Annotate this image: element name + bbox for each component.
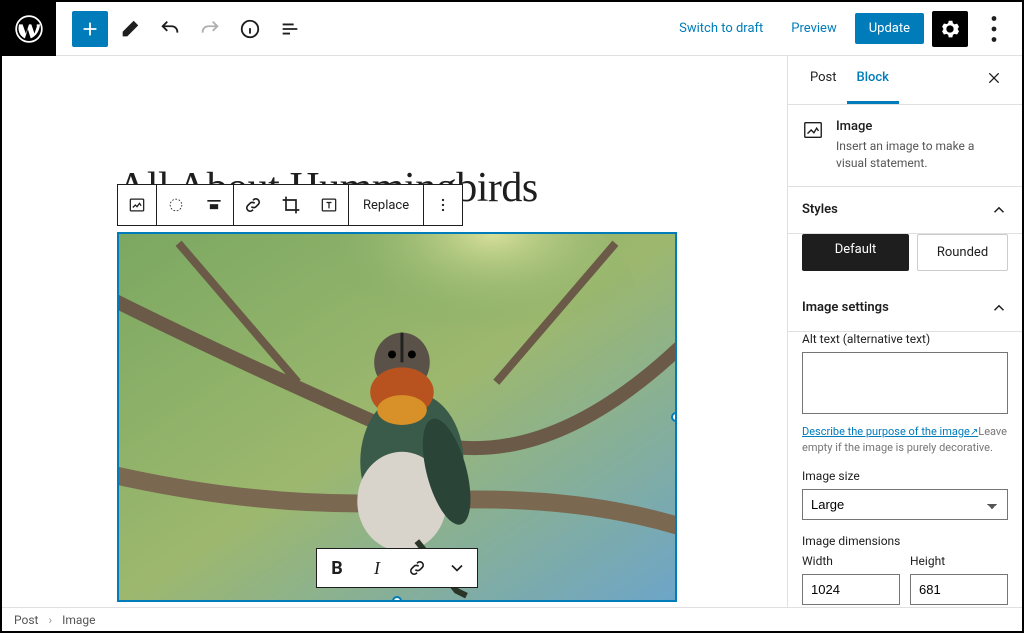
resize-handle-right[interactable] <box>671 412 677 422</box>
crop-button[interactable] <box>272 185 310 225</box>
height-label: Height <box>910 554 1008 568</box>
alt-text-input[interactable] <box>802 352 1008 414</box>
image-settings-accordion[interactable]: Image settings <box>788 285 1022 332</box>
format-more-button[interactable] <box>437 549 477 587</box>
edit-mode-button[interactable] <box>112 11 148 47</box>
height-input[interactable] <box>910 574 1008 605</box>
align-button[interactable] <box>195 185 233 225</box>
settings-sidebar: Post Block Image Insert an image to make… <box>787 56 1022 607</box>
annotation-arrow <box>17 606 107 607</box>
replace-button[interactable]: Replace <box>349 185 423 225</box>
italic-button[interactable]: I <box>357 549 397 587</box>
drag-handle-button[interactable] <box>157 185 195 225</box>
chevron-up-icon <box>990 201 1008 219</box>
block-name: Image <box>836 119 1008 134</box>
update-button[interactable]: Update <box>855 13 924 44</box>
preview-button[interactable]: Preview <box>781 15 846 42</box>
tab-post[interactable]: Post <box>800 56 847 104</box>
width-label: Width <box>802 554 900 568</box>
settings-button[interactable] <box>932 11 968 47</box>
image-icon <box>802 119 824 141</box>
editor-top-toolbar: Switch to draft Preview Update <box>2 2 1022 56</box>
style-rounded-button[interactable]: Rounded <box>917 234 1008 271</box>
wordpress-logo[interactable] <box>2 2 56 56</box>
redo-button[interactable] <box>192 11 228 47</box>
image-size-select[interactable]: Large <box>802 489 1008 520</box>
editor-canvas: All About Hummingbirds Replace <box>2 56 787 607</box>
breadcrumb-root[interactable]: Post <box>14 613 38 627</box>
alt-text-label: Alt text (alternative text) <box>802 332 1008 346</box>
format-toolbar: B I <box>316 548 478 588</box>
image-size-label: Image size <box>802 469 1008 483</box>
bold-button[interactable]: B <box>317 549 357 587</box>
width-input[interactable] <box>802 574 900 605</box>
breadcrumb-current[interactable]: Image <box>62 613 95 627</box>
describe-image-link[interactable]: Describe the purpose of the image↗ <box>802 425 978 438</box>
selected-image[interactable]: B I <box>117 232 677 602</box>
image-dimensions-label: Image dimensions <box>802 534 1008 548</box>
block-description: Insert an image to make a visual stateme… <box>836 138 1008 172</box>
undo-button[interactable] <box>152 11 188 47</box>
style-default-button[interactable]: Default <box>802 234 909 271</box>
block-toolbar: Replace <box>117 184 463 226</box>
breadcrumb: Post › Image <box>2 607 1022 631</box>
text-overlay-button[interactable] <box>310 185 348 225</box>
link-button[interactable] <box>234 185 272 225</box>
tab-block[interactable]: Block <box>847 56 899 104</box>
switch-to-draft-button[interactable]: Switch to draft <box>669 15 773 42</box>
image-block: B I Add caption <box>117 232 677 607</box>
external-link-icon: ↗ <box>970 427 978 438</box>
block-more-button[interactable] <box>424 185 462 225</box>
close-sidebar-button[interactable] <box>978 56 1010 104</box>
more-options-button[interactable] <box>976 11 1012 47</box>
block-type-button[interactable] <box>118 185 156 225</box>
chevron-up-icon <box>990 299 1008 317</box>
info-button[interactable] <box>232 11 268 47</box>
caption-link-button[interactable] <box>397 549 437 587</box>
chevron-right-icon: › <box>48 613 52 627</box>
styles-accordion[interactable]: Styles <box>788 187 1022 234</box>
outline-button[interactable] <box>272 11 308 47</box>
add-block-button[interactable] <box>72 11 108 47</box>
